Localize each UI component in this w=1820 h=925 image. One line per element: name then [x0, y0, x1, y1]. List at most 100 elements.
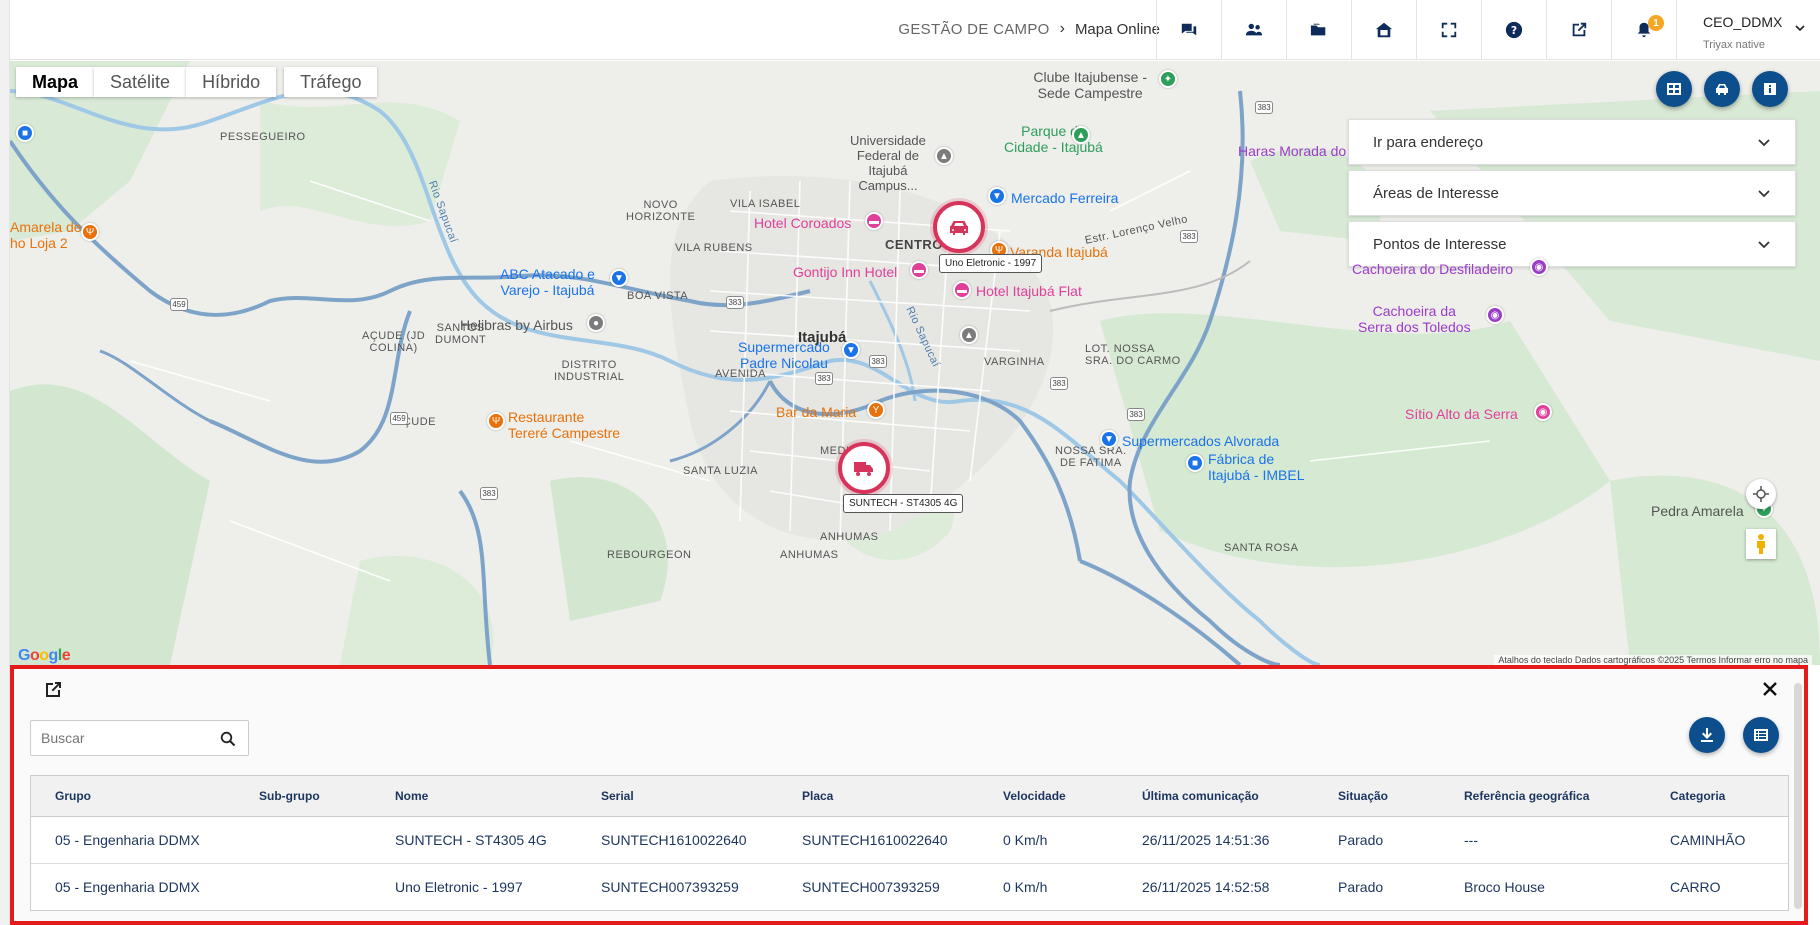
hotel-icon[interactable]: ▬: [910, 261, 928, 279]
map-label-boa-vista: BOA VISTA: [627, 290, 689, 302]
map-label-distrito-industrial: DISTRITO INDUSTRIAL: [554, 359, 625, 383]
cell-subgroup: [235, 863, 371, 910]
crosshair-icon: [1753, 486, 1769, 502]
areas-of-interest-panel[interactable]: Áreas de Interesse: [1348, 170, 1796, 216]
map-canvas[interactable]: Mapa Satélite Híbrido Tráfego Ir para en…: [10, 61, 1820, 665]
home-button[interactable]: [1351, 0, 1416, 60]
poi-label-hotel-coroados: Hotel Coroados: [754, 215, 852, 231]
poi-label-bar-da-maria: Bar da Maria: [776, 404, 857, 420]
vehicles-button[interactable]: [1704, 71, 1740, 107]
poi-label-haras: Haras Morada do: [1238, 143, 1347, 159]
sports-icon[interactable]: ✦: [1159, 70, 1177, 88]
factory-icon[interactable]: ■: [1186, 454, 1204, 472]
park-icon[interactable]: ▲: [1072, 126, 1090, 144]
school-icon[interactable]: ▲: [935, 147, 953, 165]
truck-marker[interactable]: [838, 442, 890, 494]
place-icon[interactable]: ●: [587, 314, 605, 332]
chevron-down-icon: [1795, 25, 1805, 32]
cell-plate: SUNTECH1610022640: [802, 831, 948, 848]
poi-label-fabrica: Fábrica de Itajubá - IMBEL: [1208, 451, 1305, 483]
shopping-cart-icon[interactable]: ▼: [610, 269, 628, 287]
folders-button[interactable]: [1286, 0, 1351, 60]
cell-geo-reference: ---: [1464, 831, 1478, 848]
shopping-cart-icon[interactable]: ▼: [1100, 430, 1118, 448]
help-button[interactable]: ?: [1481, 0, 1546, 60]
table-view-button[interactable]: [1743, 717, 1779, 753]
restaurant-icon[interactable]: Ψ: [81, 223, 99, 241]
map-label-centro: CENTRO: [885, 237, 943, 252]
attraction-icon[interactable]: ◉: [1530, 258, 1548, 276]
column-header[interactable]: Velocidade: [979, 776, 1118, 817]
bar-icon[interactable]: Y: [867, 401, 885, 419]
lock-icon[interactable]: ■: [16, 124, 34, 142]
attraction-icon[interactable]: ◉: [1486, 306, 1504, 324]
search-field[interactable]: [30, 720, 249, 756]
cell-category: CAMINHÃO: [1670, 831, 1746, 848]
map-label-pessegueiro: PESSEGUEIRO: [220, 131, 306, 143]
table-icon: [1754, 729, 1768, 741]
map-type-traffic[interactable]: Tráfego: [284, 67, 378, 97]
breadcrumb: GESTÃO DE CAMPO › Mapa Online: [898, 20, 1160, 38]
hotel-icon[interactable]: ▬: [865, 212, 883, 230]
column-header[interactable]: Referência geográfica: [1440, 776, 1646, 817]
route-shield: 383: [726, 296, 744, 309]
map-type-satellite[interactable]: Satélite: [94, 67, 187, 97]
download-button[interactable]: [1689, 717, 1725, 753]
user-menu[interactable]: CEO_DDMX Triyax native: [1676, 0, 1820, 60]
school-icon[interactable]: ▲: [960, 326, 978, 344]
map-attribution: Atalhos do teclado Dados cartográficos ©…: [1494, 655, 1812, 665]
shopping-cart-icon[interactable]: ▼: [988, 187, 1006, 205]
poi-label-abc: ABC Atacado e Varejo - Itajubá: [500, 266, 595, 298]
chevron-down-icon: [1758, 190, 1770, 198]
column-header[interactable]: Última comunicação: [1118, 776, 1314, 817]
column-header[interactable]: Nome: [371, 776, 577, 817]
column-header[interactable]: Sub-grupo: [235, 776, 371, 817]
restaurant-icon[interactable]: Ψ: [487, 412, 505, 430]
column-header[interactable]: Serial: [577, 776, 778, 817]
goto-address-panel[interactable]: Ir para endereço: [1348, 119, 1796, 165]
map-label-novo-horizonte: NOVO HORIZONTE: [626, 199, 696, 223]
car-marker-label: Uno Eletronic - 1997: [939, 254, 1043, 273]
street-view-button[interactable]: [1746, 529, 1776, 559]
notifications-button[interactable]: 1: [1611, 0, 1676, 60]
route-shield: 383: [869, 355, 887, 368]
toolbar-icons: ? 1: [1156, 0, 1676, 60]
chat-icon: [1181, 23, 1197, 36]
users-button[interactable]: [1221, 0, 1286, 60]
external-link-icon[interactable]: [42, 679, 64, 701]
map-label-acude-jd-colina: AÇUDE (JD COLINA): [362, 330, 426, 354]
grid-view-button[interactable]: [1656, 71, 1692, 107]
map-type-map[interactable]: Mapa: [16, 67, 95, 97]
external-link-button[interactable]: [1546, 0, 1611, 60]
recenter-button[interactable]: [1746, 479, 1776, 509]
column-header[interactable]: Placa: [778, 776, 979, 817]
column-header[interactable]: Situação: [1314, 776, 1440, 817]
map-label-santa-rosa: SANTA ROSA: [1224, 542, 1299, 554]
attraction-icon[interactable]: ◉: [1534, 403, 1552, 421]
help-icon: ?: [1505, 21, 1523, 39]
cell-speed: 0 Km/h: [1003, 831, 1048, 848]
areas-of-interest-label: Áreas de Interesse: [1373, 184, 1499, 202]
column-header[interactable]: Grupo: [31, 776, 235, 817]
hotel-icon[interactable]: ▬: [953, 281, 971, 299]
car-marker[interactable]: [933, 201, 985, 253]
info-button[interactable]: [1752, 71, 1788, 107]
route-shield: 383: [1050, 377, 1068, 390]
chat-button[interactable]: [1156, 0, 1221, 60]
route-shield: 459: [170, 298, 188, 311]
column-header[interactable]: Categoria: [1646, 776, 1788, 817]
shopping-cart-icon[interactable]: ▼: [842, 341, 860, 359]
search-input[interactable]: [31, 721, 211, 755]
svg-text:?: ?: [1511, 24, 1517, 37]
cell-serial: SUNTECH1610022640: [601, 831, 747, 848]
panel-scrollbar[interactable]: [1794, 683, 1802, 909]
table-row[interactable]: 05 - Engenharia DDMX Uno Eletronic - 199…: [31, 863, 1788, 910]
close-icon[interactable]: [1762, 681, 1778, 697]
folder-icon: [1310, 23, 1326, 36]
map-type-hybrid[interactable]: Híbrido: [186, 67, 277, 97]
search-icon[interactable]: [220, 731, 236, 747]
table-row[interactable]: 05 - Engenharia DDMX SUNTECH - ST4305 4G…: [31, 816, 1788, 863]
poi-label-supermercado-padre: Supermercado Padre Nicolau: [738, 339, 830, 371]
breadcrumb-root[interactable]: GESTÃO DE CAMPO: [898, 21, 1049, 38]
fullscreen-button[interactable]: [1416, 0, 1481, 60]
